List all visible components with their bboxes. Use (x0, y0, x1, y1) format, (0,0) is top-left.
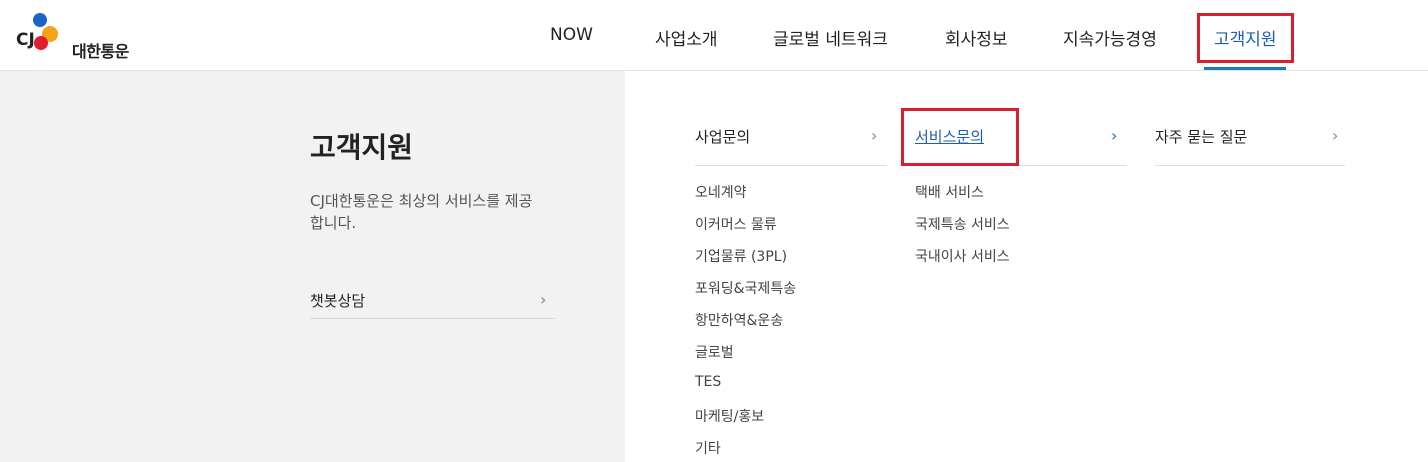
menu-item-global[interactable]: 글로벌 (695, 342, 734, 362)
gnb-item-global-network[interactable]: 글로벌 네트워크 (773, 25, 888, 50)
chevron-right-icon: › (1111, 126, 1118, 145)
gnb-item-company[interactable]: 회사정보 (945, 25, 1008, 50)
menu-item-one-contract[interactable]: 오네계약 (695, 182, 747, 202)
side-panel-description: CJ대한통운은 최상의 서비스를 제공합니다. (310, 192, 533, 232)
menu-item-port-transport[interactable]: 항만하역&운송 (695, 310, 783, 330)
menu-item-moving-service[interactable]: 국내이사 서비스 (915, 246, 1010, 266)
global-header: CJ 대한통운 NOW 사업소개 글로벌 네트워크 회사정보 지속가능경영 고객… (0, 0, 1428, 71)
chevron-right-icon: › (1332, 126, 1339, 145)
menu-item-marketing[interactable]: 마케팅/홍보 (695, 406, 764, 426)
menu-item-ecommerce-logistics[interactable]: 이커머스 물류 (695, 214, 777, 234)
chatbot-link[interactable]: 챗봇상담 › (310, 290, 555, 319)
menu-heading-label: 사업문의 (695, 128, 751, 146)
menu-item-parcel-service[interactable]: 택배 서비스 (915, 182, 984, 202)
brand-name: 대한통운 (72, 42, 129, 61)
chatbot-link-label: 챗봇상담 (310, 292, 366, 310)
menu-heading-faq[interactable]: 자주 묻는 질문 › (1155, 126, 1345, 166)
chevron-right-icon: › (540, 290, 547, 309)
menu-item-tes[interactable]: TES (695, 374, 721, 390)
menu-heading-business-inquiry[interactable]: 사업문의 › (695, 126, 887, 166)
menu-item-intl-express-service[interactable]: 국제특송 서비스 (915, 214, 1010, 234)
gnb-item-business[interactable]: 사업소개 (655, 25, 718, 50)
menu-heading-label: 자주 묻는 질문 (1155, 128, 1248, 146)
gnb-item-sustainability[interactable]: 지속가능경영 (1063, 25, 1157, 50)
side-panel-title: 고객지원 (310, 131, 414, 164)
menu-item-3pl[interactable]: 기업물류 (3PL) (695, 246, 787, 266)
chevron-right-icon: › (871, 126, 878, 145)
cj-logo[interactable]: CJ 대한통운 (14, 10, 144, 61)
menu-item-forwarding[interactable]: 포워딩&국제특송 (695, 278, 796, 298)
menu-heading-label: 서비스문의 (915, 128, 985, 146)
menu-heading-service-inquiry[interactable]: 서비스문의 › (915, 126, 1127, 166)
gnb-item-customer-support[interactable]: 고객지원 (1214, 25, 1277, 50)
active-tab-indicator (1204, 67, 1286, 70)
menu-item-etc[interactable]: 기타 (695, 438, 721, 458)
cj-logo-lettering: CJ (16, 30, 35, 50)
gnb-item-now[interactable]: NOW (550, 25, 593, 45)
